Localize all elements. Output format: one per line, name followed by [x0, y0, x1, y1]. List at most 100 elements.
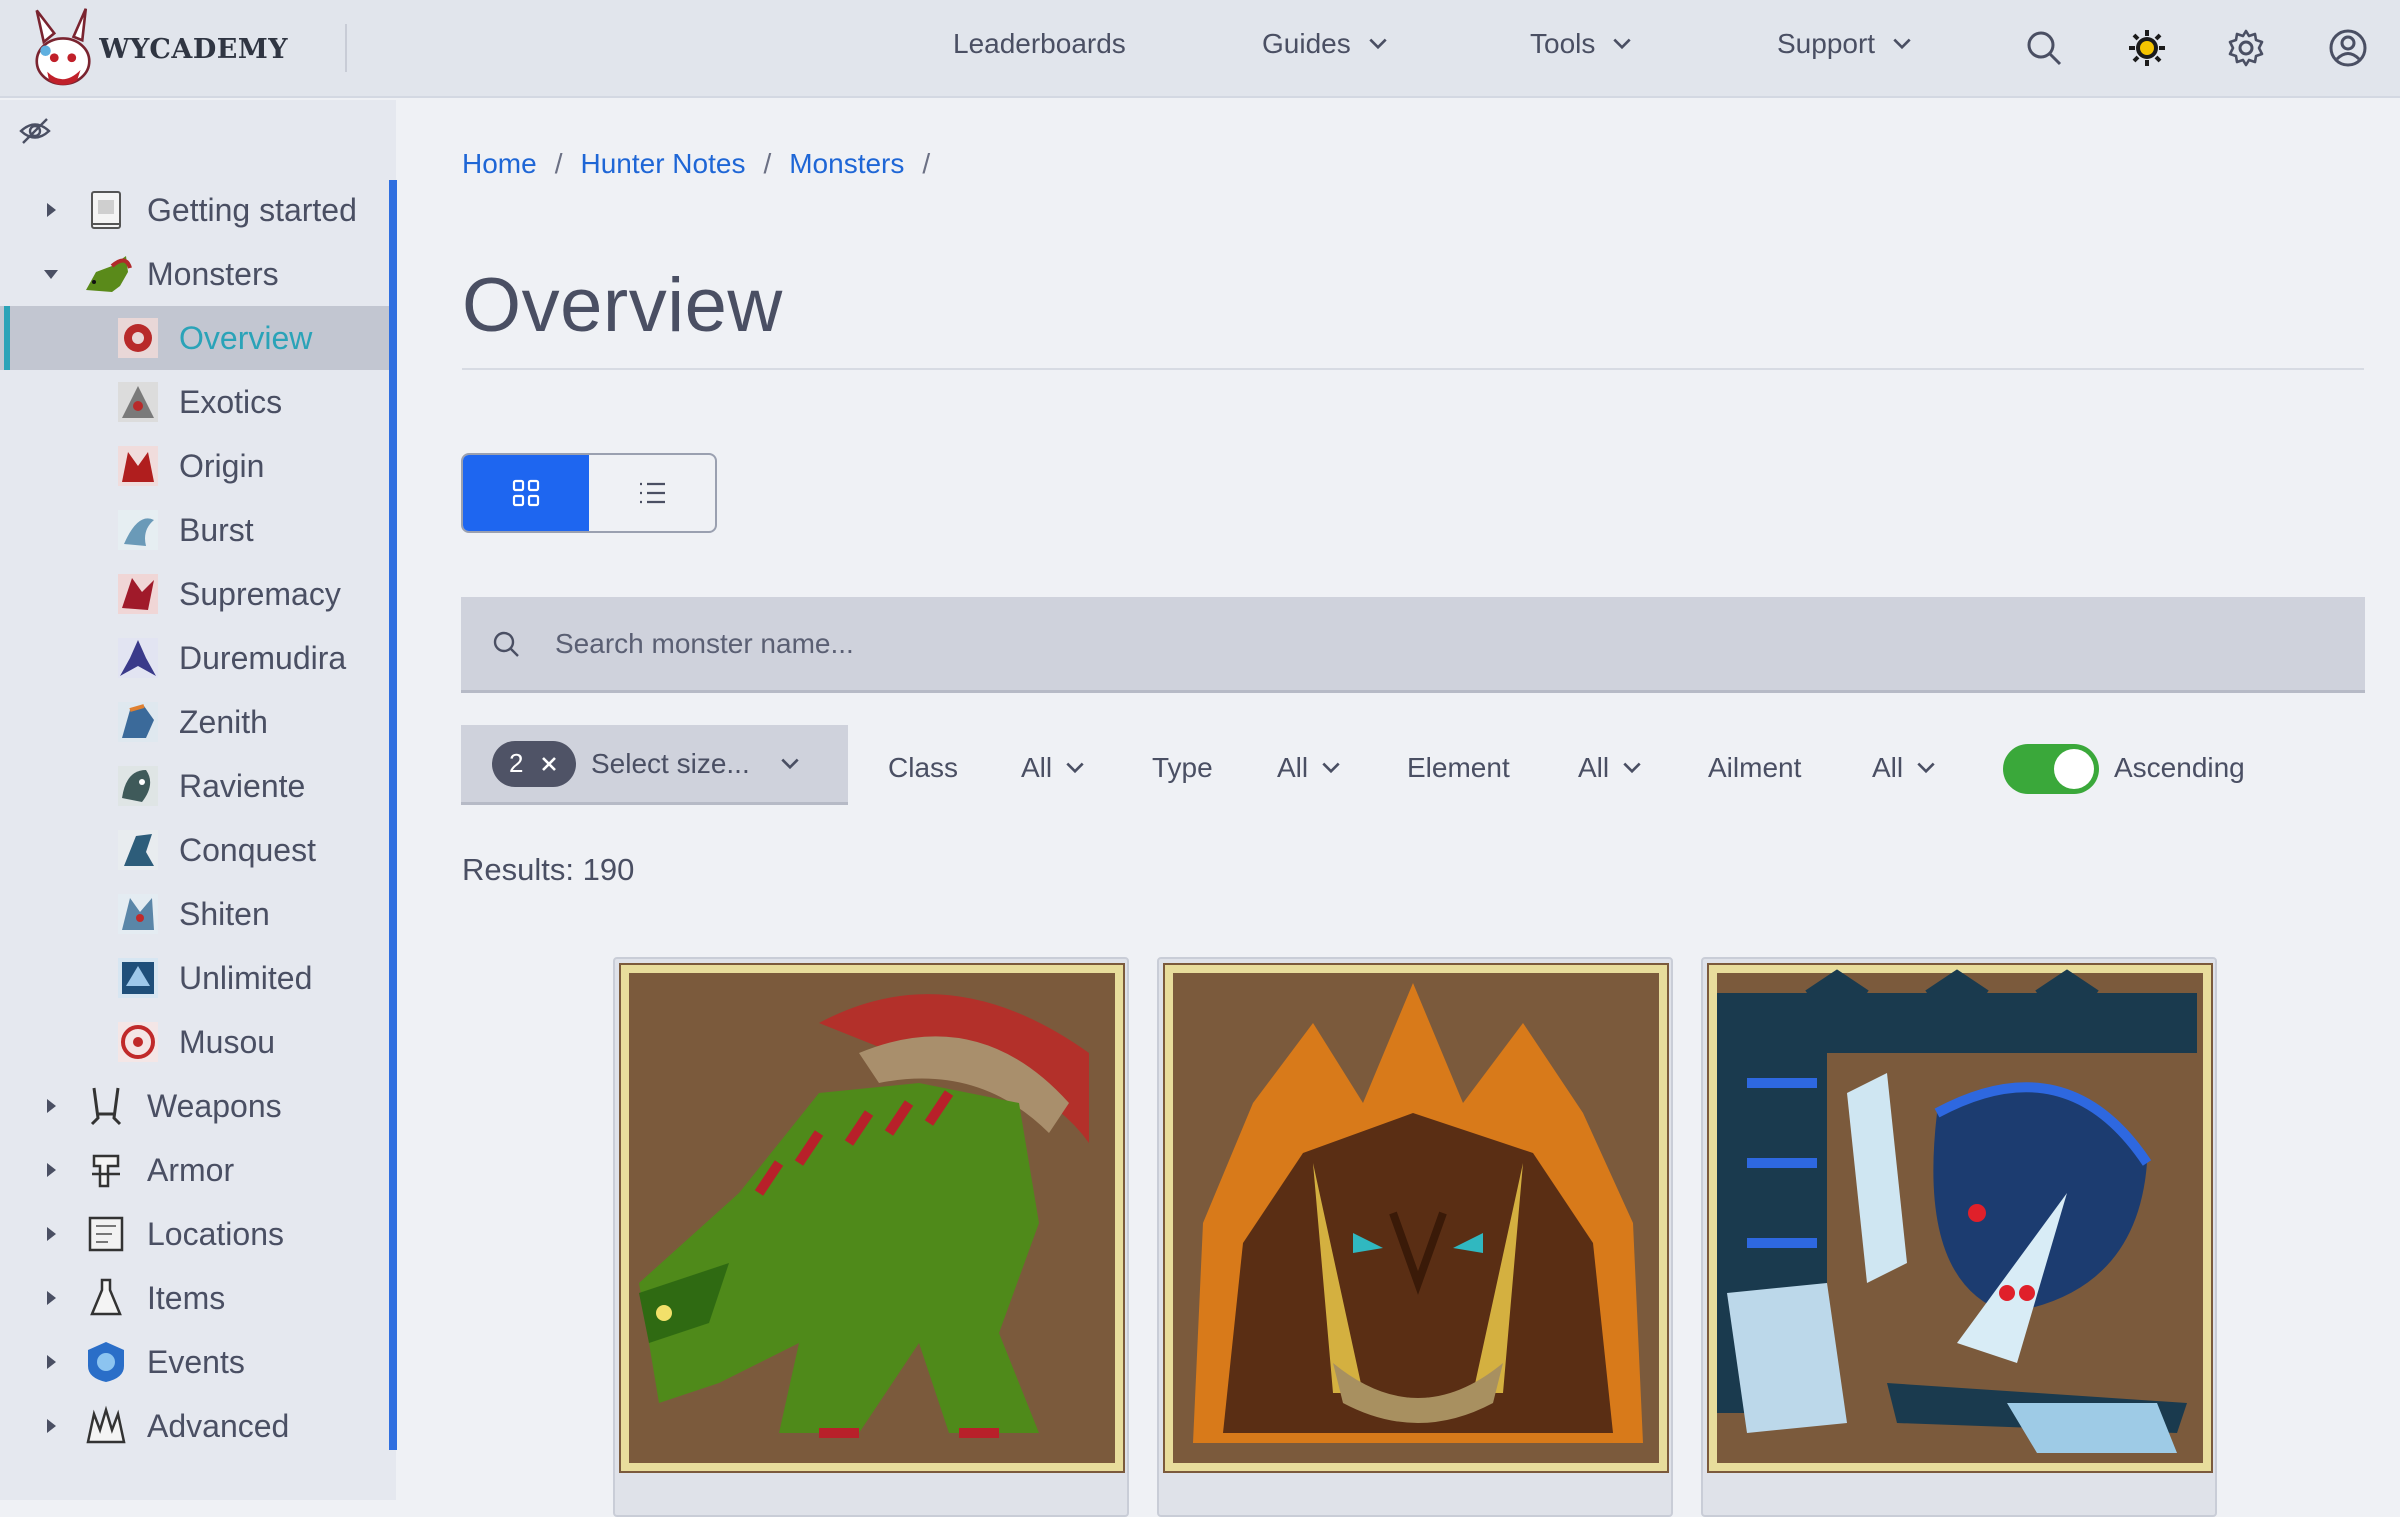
- caret-right-icon: [47, 1419, 56, 1433]
- sidebar-item-duremudira[interactable]: Duremudira: [0, 626, 389, 690]
- element-filter-dropdown[interactable]: All: [1578, 752, 1643, 784]
- ascending-toggle[interactable]: [2003, 744, 2099, 794]
- breadcrumb-monsters[interactable]: Monsters: [789, 148, 904, 180]
- chevron-down-icon: [1893, 38, 1911, 50]
- list-icon: [640, 482, 665, 504]
- breadcrumb-hunter-notes[interactable]: Hunter Notes: [580, 148, 745, 180]
- sidebar-item-overview[interactable]: Overview: [0, 306, 389, 370]
- sidebar-item-label: Monsters: [147, 255, 279, 292]
- type-filter-dropdown[interactable]: All: [1277, 752, 1342, 784]
- sidebar-scrollbar[interactable]: [389, 180, 397, 1450]
- sidebar-item-label: Locations: [147, 1215, 284, 1252]
- duremudira-icon: [118, 638, 158, 678]
- nav-leaderboards[interactable]: Leaderboards: [953, 28, 1126, 60]
- breadcrumb-home[interactable]: Home: [462, 148, 537, 180]
- close-icon[interactable]: [538, 753, 560, 775]
- class-filter-dropdown[interactable]: All: [1021, 752, 1086, 784]
- sidebar-item-conquest[interactable]: Conquest: [0, 818, 389, 882]
- theme-toggle-button[interactable]: [2127, 28, 2167, 68]
- class-filter-value: All: [1021, 752, 1053, 783]
- sidebar-item-label: Events: [147, 1343, 245, 1380]
- nav-support[interactable]: Support: [1777, 28, 1913, 60]
- sidebar-item-raviente[interactable]: Raviente: [0, 754, 389, 818]
- caret-right-icon: [47, 203, 56, 217]
- nav-guides-label: Guides: [1262, 28, 1351, 59]
- sidebar-item-label: Musou: [179, 1023, 276, 1060]
- sidebar-item-exotics[interactable]: Exotics: [0, 370, 389, 434]
- supremacy-icon: [118, 574, 158, 614]
- monster-card[interactable]: [613, 957, 1129, 1517]
- monster-portrait-image: [1163, 963, 1669, 1473]
- monster-portrait-image: [619, 963, 1125, 1473]
- size-count: 2: [509, 748, 524, 778]
- sidebar-item-events[interactable]: Events: [0, 1330, 389, 1394]
- sidebar-item-getting-started[interactable]: Getting started: [0, 178, 389, 242]
- ailment-filter-dropdown[interactable]: All: [1872, 752, 1937, 784]
- nav-leaderboards-label: Leaderboards: [953, 28, 1126, 59]
- title-divider: [462, 368, 2364, 370]
- size-count-chip: 2: [492, 740, 576, 787]
- sidebar-item-label: Armor: [147, 1151, 235, 1188]
- sidebar-item-label: Duremudira: [179, 639, 347, 676]
- hide-sidebar-button[interactable]: [18, 114, 52, 148]
- raviente-icon: [118, 766, 158, 806]
- sidebar-item-label: Raviente: [179, 767, 306, 804]
- sidebar-item-label: Zenith: [179, 703, 268, 740]
- type-filter-label: Type: [1152, 752, 1213, 783]
- grid-view-button[interactable]: [463, 455, 589, 531]
- sidebar-item-advanced[interactable]: Advanced: [0, 1394, 389, 1458]
- sidebar-item-label: Advanced: [147, 1407, 290, 1444]
- account-button[interactable]: [2328, 28, 2368, 68]
- settings-button[interactable]: [2226, 28, 2266, 68]
- sidebar-item-label: Unlimited: [179, 959, 313, 996]
- sidebar-item-burst[interactable]: Burst: [0, 498, 389, 562]
- nav-guides[interactable]: Guides: [1262, 28, 1389, 60]
- breadcrumb-separator: /: [554, 148, 563, 179]
- sidebar-item-label: Exotics: [179, 383, 283, 420]
- sidebar-item-label: Supremacy: [179, 575, 341, 612]
- caret-right-icon: [47, 1291, 56, 1305]
- search-icon: [493, 631, 519, 657]
- size-select[interactable]: 2 Select size...: [461, 725, 848, 805]
- eye-slash-icon: [19, 118, 51, 144]
- sun-icon: [2129, 30, 2165, 66]
- sidebar-item-unlimited[interactable]: Unlimited: [0, 946, 389, 1010]
- toggle-knob: [2054, 749, 2094, 789]
- chevron-down-icon: [1623, 762, 1641, 774]
- weapons-icon: [90, 1087, 122, 1126]
- chevron-down-icon: [781, 758, 799, 769]
- results-count: Results: 190: [462, 852, 635, 887]
- view-mode-toggle: [461, 453, 717, 533]
- sidebar-item-monsters[interactable]: Monsters: [0, 242, 389, 306]
- unlimited-icon: [118, 958, 158, 998]
- breadcrumb: Home / Hunter Notes / Monsters /: [462, 148, 930, 180]
- ascending-label: Ascending: [2114, 752, 2245, 783]
- breadcrumb-separator: /: [763, 148, 772, 179]
- chevron-down-icon: [1613, 38, 1632, 50]
- nav-tools[interactable]: Tools: [1530, 28, 1633, 60]
- top-header: WYCADEMY Leaderboards Guides Tools Suppo…: [0, 0, 2400, 98]
- search-button[interactable]: [2024, 28, 2064, 68]
- site-logo[interactable]: WYCADEMY: [28, 0, 288, 98]
- armor-icon: [92, 1154, 120, 1188]
- shiten-icon: [118, 894, 158, 934]
- monster-card[interactable]: [1701, 957, 2217, 1517]
- conquest-icon: [118, 830, 158, 870]
- sidebar-item-origin[interactable]: Origin: [0, 434, 389, 498]
- search-input[interactable]: [555, 613, 2335, 674]
- list-view-button[interactable]: [589, 455, 715, 531]
- sidebar-item-zenith[interactable]: Zenith: [0, 690, 389, 754]
- monster-portrait-image: [1707, 963, 2213, 1473]
- sidebar-item-weapons[interactable]: Weapons: [0, 1074, 389, 1138]
- sidebar-item-musou[interactable]: Musou: [0, 1010, 389, 1074]
- sidebar-item-label: Items: [147, 1279, 226, 1316]
- monster-card[interactable]: [1157, 957, 1673, 1517]
- sidebar-item-supremacy[interactable]: Supremacy: [0, 562, 389, 626]
- search-icon: [2027, 31, 2062, 66]
- nav-tools-label: Tools: [1530, 28, 1596, 59]
- sidebar-item-shiten[interactable]: Shiten: [0, 882, 389, 946]
- items-icon: [90, 1278, 122, 1316]
- sidebar-item-locations[interactable]: Locations: [0, 1202, 389, 1266]
- sidebar-item-armor[interactable]: Armor: [0, 1138, 389, 1202]
- sidebar-item-items[interactable]: Items: [0, 1266, 389, 1330]
